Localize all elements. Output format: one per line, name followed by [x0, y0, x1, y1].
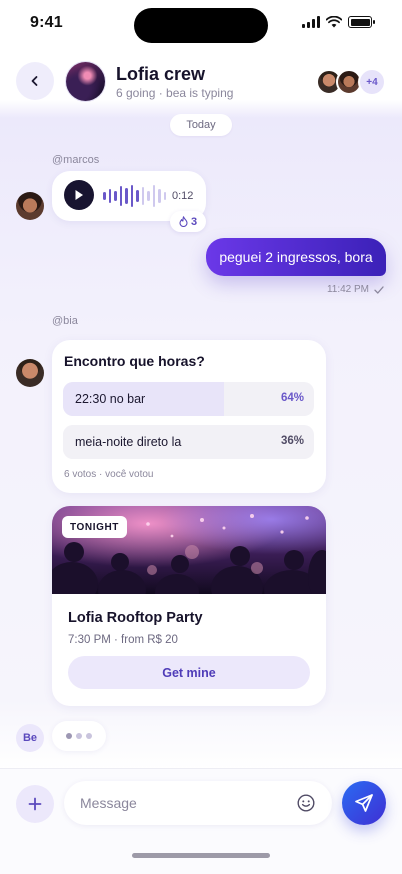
event-tag: TONIGHT — [62, 516, 128, 538]
fire-icon — [179, 216, 188, 227]
event-card[interactable]: TONIGHT Lofia Rooftop Party 7:30 PM · fr… — [52, 506, 326, 706]
emoji-button[interactable] — [296, 793, 316, 813]
send-icon — [355, 794, 373, 812]
avatar[interactable] — [16, 192, 44, 220]
chat-screen: 9:41 Lofia crew 6 going · bea is typing … — [0, 0, 402, 874]
avatar[interactable] — [16, 359, 44, 387]
poll-option[interactable]: 22:30 no bar 64% — [63, 382, 314, 416]
smiley-icon — [297, 794, 315, 812]
play-button[interactable] — [64, 180, 94, 210]
dynamic-island — [134, 8, 268, 43]
home-indicator — [132, 853, 270, 858]
group-title[interactable]: Lofia crew — [116, 64, 205, 85]
poll-card: Encontro que horas? 22:30 no bar 64% mei… — [52, 340, 326, 493]
event-title: Lofia Rooftop Party — [68, 610, 203, 626]
attach-button[interactable] — [16, 785, 54, 823]
sender-name: @bia — [52, 315, 78, 327]
poll-option[interactable]: meia-noite direto la 36% — [63, 425, 314, 459]
poll-footer: 6 votos · você votou — [64, 469, 154, 480]
member-avatars[interactable]: +4 — [316, 68, 386, 96]
get-mine-button[interactable]: Get mine — [68, 656, 310, 689]
group-subtitle: 6 going · bea is typing — [116, 86, 234, 100]
typing-dot — [76, 733, 82, 739]
poll-question: Encontro que horas? — [64, 353, 205, 369]
poll-option-percent: 64% — [280, 392, 304, 404]
send-button[interactable] — [342, 781, 386, 825]
chevron-left-icon — [31, 76, 38, 86]
battery-icon — [348, 16, 375, 28]
poll-option-label: meia-noite direto la — [75, 435, 182, 449]
back-button[interactable] — [16, 62, 54, 100]
typing-indicator — [52, 721, 106, 751]
typing-avatar: Be — [16, 724, 44, 752]
outgoing-message-bubble: peguei 2 ingressos, bora — [206, 238, 386, 276]
message-time: 11:42 PM — [326, 284, 369, 295]
play-icon — [75, 190, 83, 200]
reaction-badge[interactable]: 3 — [170, 211, 206, 232]
typing-dot — [86, 733, 92, 739]
message-meta: 11:42 PM — [327, 284, 384, 295]
message-input[interactable] — [64, 781, 332, 825]
check-icon — [374, 285, 384, 294]
group-avatar[interactable] — [66, 62, 105, 101]
plus-icon — [28, 797, 42, 811]
event-meta: 7:30 PM · from R$ 20 — [68, 634, 178, 646]
more-members-badge: +4 — [358, 68, 386, 96]
voice-duration: 0:12 — [172, 190, 194, 202]
sender-name: @marcos — [52, 154, 100, 166]
signal-icon — [302, 16, 320, 28]
status-time: 9:41 — [30, 14, 63, 31]
reaction-count: 3 — [190, 215, 198, 228]
date-divider: Today — [170, 114, 232, 136]
status-icons — [302, 16, 375, 28]
poll-option-label: 22:30 no bar — [75, 392, 146, 406]
typing-dot — [66, 733, 72, 739]
waveform[interactable] — [103, 184, 166, 208]
poll-option-percent: 36% — [280, 435, 304, 447]
wifi-icon — [326, 16, 342, 28]
